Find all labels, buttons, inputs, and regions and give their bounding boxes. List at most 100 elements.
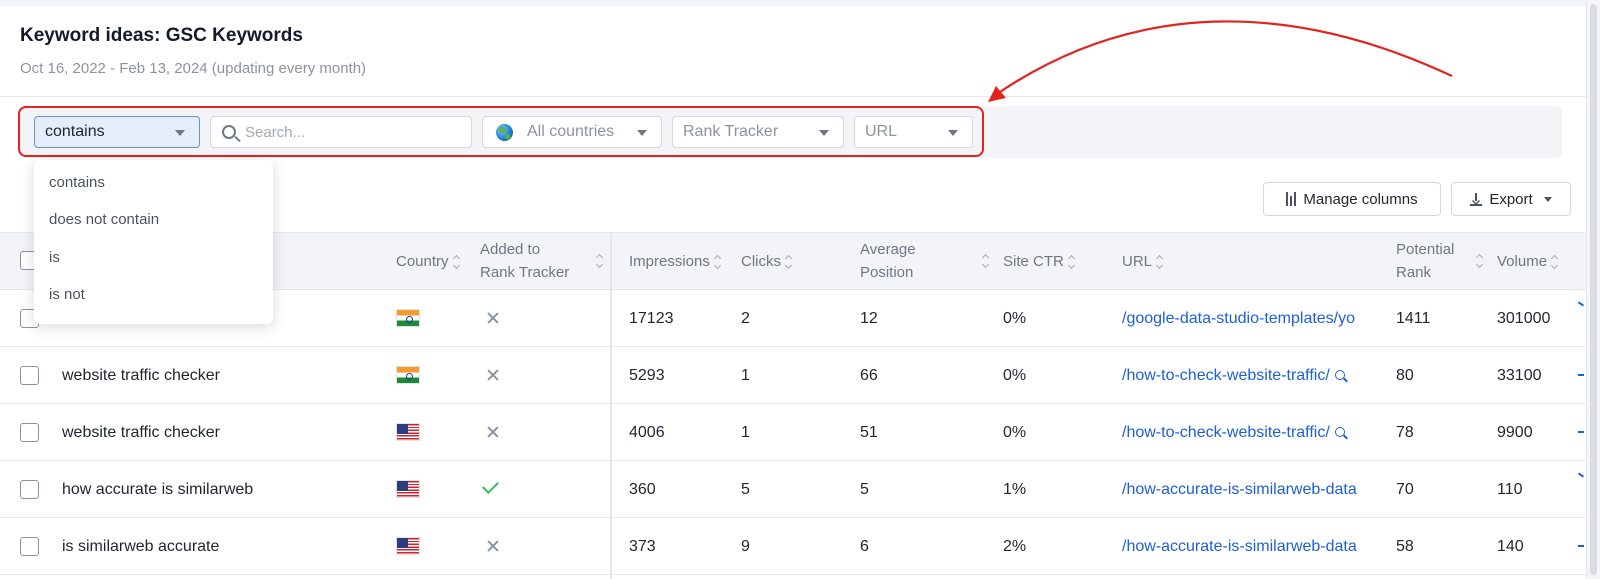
sort-icon — [785, 256, 793, 268]
sort-icon — [1551, 256, 1559, 268]
flag-usa-icon — [396, 537, 420, 555]
export-label: Export — [1489, 190, 1533, 208]
truncated-column-mark — [1577, 472, 1585, 478]
potential-rank-cell: 1411 — [1396, 309, 1431, 327]
truncated-column-mark — [1578, 431, 1584, 433]
dropdown-option-is-not[interactable]: is not — [49, 286, 85, 303]
not-tracked-x-icon — [486, 425, 500, 439]
volume-cell: 33100 — [1497, 366, 1542, 384]
average-position-cell: 12 — [860, 309, 878, 327]
keyword-cell[interactable]: website traffic checker — [62, 404, 382, 461]
url-link-text: /how-to-check-website-traffic/ — [1122, 423, 1330, 441]
tracked-check-icon — [482, 477, 499, 494]
column-header-volume[interactable]: Volume — [1497, 250, 1559, 273]
volume-cell: 110 — [1497, 480, 1523, 498]
site-ctr-cell: 2% — [1003, 537, 1027, 555]
date-range-subtitle: Oct 16, 2022 - Feb 13, 2024 (updating ev… — [20, 60, 367, 77]
page-title: Keyword ideas: GSC Keywords — [20, 25, 303, 46]
volume-cell: 140 — [1497, 537, 1524, 555]
scrollbar-thumb[interactable] — [1590, 4, 1597, 575]
average-position-cell: 6 — [860, 537, 869, 555]
download-icon — [1470, 192, 1483, 206]
row-checkbox[interactable] — [20, 423, 39, 442]
sort-icon — [714, 256, 722, 268]
site-ctr-cell: 0% — [1003, 423, 1027, 441]
search-icon[interactable] — [1334, 369, 1347, 382]
manage-columns-label: Manage columns — [1303, 190, 1418, 208]
average-position-cell: 66 — [860, 366, 878, 384]
potential-rank-cell: 80 — [1396, 366, 1414, 384]
site-ctr-cell: 0% — [1003, 309, 1027, 327]
column-header-url[interactable]: URL — [1122, 250, 1164, 273]
average-position-cell: 51 — [860, 423, 878, 441]
flag-india-icon — [396, 366, 420, 384]
potential-rank-cell: 70 — [1396, 480, 1414, 498]
average-position-cell: 5 — [860, 480, 869, 498]
volume-cell: 9900 — [1497, 423, 1533, 441]
manage-columns-button[interactable]: Manage columns — [1263, 182, 1441, 216]
volume-cell: 301000 — [1497, 309, 1551, 327]
column-header-clicks[interactable]: Clicks — [741, 250, 793, 273]
vertical-scrollbar[interactable] — [1586, 0, 1600, 579]
url-link[interactable]: /how-to-check-website-traffic/ — [1122, 404, 1384, 461]
frozen-column-divider — [610, 232, 612, 579]
flag-india-icon — [396, 309, 420, 327]
url-link[interactable]: /google-data-studio-templates/yo — [1122, 290, 1384, 347]
column-header-potential-rank[interactable]: Potential Rank — [1396, 238, 1486, 284]
not-tracked-x-icon — [486, 539, 500, 553]
truncated-column-mark — [1577, 301, 1585, 307]
url-link[interactable]: /how-accurate-is-similarweb-data — [1122, 461, 1384, 518]
keyword-cell[interactable]: website traffic checker — [62, 347, 382, 404]
clicks-cell: 9 — [741, 537, 750, 555]
table-row[interactable]: how accurate is similarweb 360 5 5 1% /h… — [0, 461, 1586, 518]
export-button[interactable]: Export — [1451, 182, 1571, 216]
column-header-site-ctr[interactable]: Site CTR — [1003, 250, 1076, 273]
site-ctr-cell: 0% — [1003, 366, 1027, 384]
column-header-average-position[interactable]: Average Position — [860, 238, 988, 284]
top-strip — [0, 0, 1600, 6]
url-link[interactable]: /how-to-check-website-traffic/ — [1122, 347, 1384, 404]
url-link[interactable]: /how-accurate-is-similarweb-data — [1122, 518, 1384, 575]
clicks-cell: 1 — [741, 366, 750, 384]
clicks-cell: 1 — [741, 423, 750, 441]
potential-rank-cell: 58 — [1396, 537, 1414, 555]
clicks-cell: 5 — [741, 480, 750, 498]
keyword-cell[interactable]: how accurate is similarweb — [62, 461, 382, 518]
keyword-cell[interactable]: is similarweb accurate — [62, 518, 382, 575]
flag-usa-icon — [396, 423, 420, 441]
columns-icon — [1286, 192, 1297, 206]
site-ctr-cell: 1% — [1003, 480, 1027, 498]
impressions-cell: 360 — [629, 480, 656, 498]
header-divider — [0, 96, 1586, 97]
column-header-added-to-rank-tracker[interactable]: Added to Rank Tracker — [480, 238, 600, 284]
table-row[interactable]: is similarweb accurate 373 9 6 2% /how-a… — [0, 518, 1586, 575]
potential-rank-cell: 78 — [1396, 423, 1414, 441]
impressions-cell: 4006 — [629, 423, 665, 441]
url-link-text: /how-to-check-website-traffic/ — [1122, 366, 1330, 384]
column-header-country[interactable]: Country — [396, 250, 461, 273]
table-row[interactable]: website traffic checker 5293 1 66 0% /ho… — [0, 347, 1586, 404]
search-icon[interactable] — [1334, 426, 1347, 439]
dropdown-option-contains[interactable]: contains — [49, 174, 105, 191]
sort-icon — [453, 256, 461, 268]
column-header-impressions[interactable]: Impressions — [629, 250, 722, 273]
sort-icon — [596, 255, 604, 267]
chevron-down-icon — [1543, 196, 1552, 202]
not-tracked-x-icon — [486, 311, 500, 325]
sort-icon — [1068, 256, 1076, 268]
row-checkbox[interactable] — [20, 537, 39, 556]
impressions-cell: 17123 — [629, 309, 674, 327]
sort-icon — [1476, 255, 1484, 267]
table-row[interactable]: website traffic checker 4006 1 51 0% /ho… — [0, 404, 1586, 461]
sort-icon — [982, 255, 990, 267]
dropdown-option-does-not-contain[interactable]: does not contain — [49, 211, 159, 228]
truncated-column-mark — [1578, 545, 1584, 547]
row-checkbox[interactable] — [20, 366, 39, 385]
dropdown-option-is[interactable]: is — [49, 249, 60, 266]
flag-usa-icon — [396, 480, 420, 498]
row-checkbox[interactable] — [20, 480, 39, 499]
sort-icon — [1156, 256, 1164, 268]
match-type-dropdown-menu: contains does not contain is is not — [34, 160, 273, 324]
annotation-highlight-box — [18, 106, 984, 157]
clicks-cell: 2 — [741, 309, 750, 327]
